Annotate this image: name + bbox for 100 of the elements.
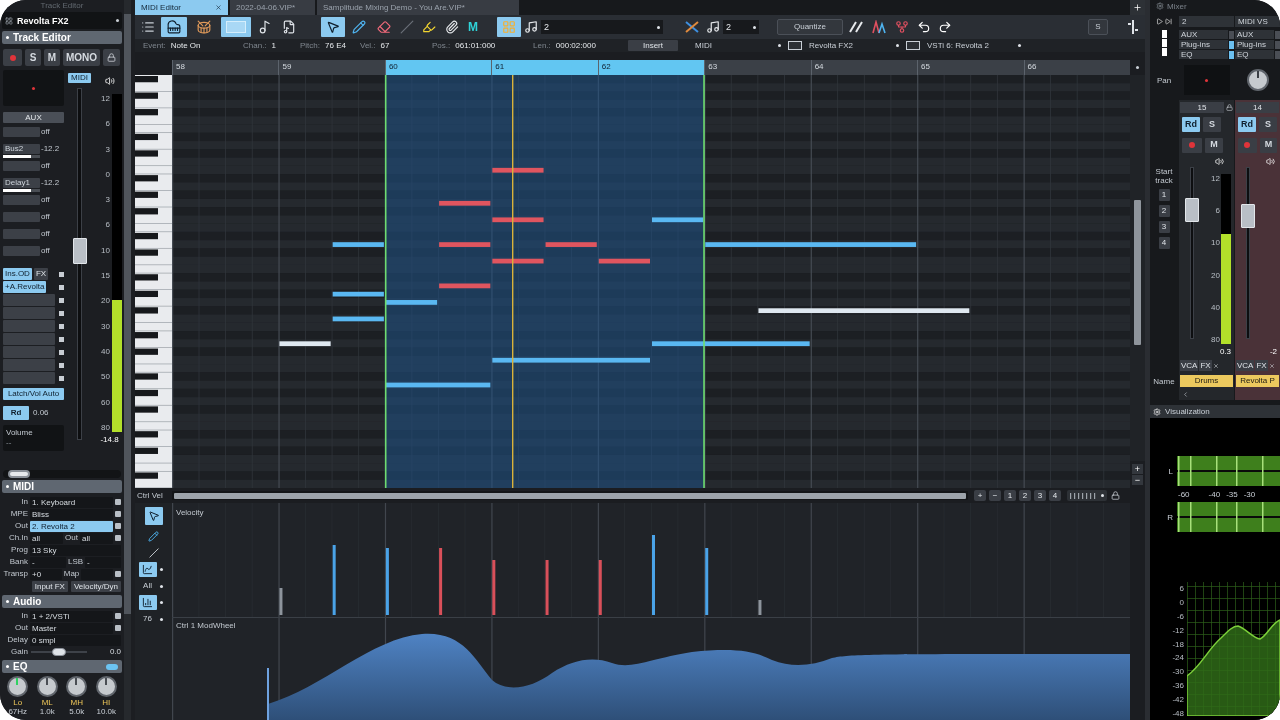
- routing-field[interactable]: EQ: [1179, 50, 1228, 59]
- eq-toggle[interactable]: [106, 663, 118, 670]
- track-name-bar[interactable]: Revolta FX2: [2, 12, 122, 29]
- ruler-bar[interactable]: 66: [1023, 60, 1130, 75]
- gain-slider-thumb[interactable]: [52, 648, 66, 656]
- toggle-icon[interactable]: [1229, 50, 1234, 59]
- pointer-tool[interactable]: [321, 17, 345, 37]
- scrollbar-thumb[interactable]: [124, 14, 131, 614]
- value-field[interactable]: all: [79, 532, 113, 544]
- track-name-field[interactable]: Revolta P: [1236, 375, 1279, 387]
- value-field[interactable]: Bliss: [30, 508, 113, 520]
- zoom-button[interactable]: 3: [1034, 490, 1046, 501]
- curve-tool[interactable]: [138, 562, 157, 577]
- channel-button[interactable]: M: [1259, 137, 1277, 153]
- toggle-icon[interactable]: [1275, 50, 1280, 59]
- bar-tool[interactable]: [138, 595, 157, 610]
- track-name-field[interactable]: Drums: [1180, 375, 1233, 387]
- editor-tab[interactable]: Samplitude Mixing Demo - You Are.VIP*: [317, 0, 519, 15]
- velocity-bar[interactable]: [598, 560, 602, 615]
- volume-fader[interactable]: [1185, 167, 1199, 339]
- record-button[interactable]: [3, 49, 22, 66]
- zoom-button[interactable]: 2: [1019, 490, 1031, 501]
- ruler-bar[interactable]: 60: [384, 60, 492, 75]
- velocity-bar[interactable]: [492, 560, 496, 615]
- velocity-bar[interactable]: [705, 548, 709, 615]
- ruler-bar[interactable]: 64: [810, 60, 918, 75]
- value-field[interactable]: -: [85, 556, 121, 568]
- add-button[interactable]: [1130, 0, 1145, 15]
- quantize-button[interactable]: Quantize: [777, 19, 843, 35]
- zoom-button[interactable]: 1: [1004, 490, 1016, 501]
- velocity-bar[interactable]: [545, 560, 549, 615]
- value-field[interactable]: all: [30, 532, 64, 544]
- routing-field[interactable]: AUX: [1235, 30, 1274, 39]
- value-field[interactable]: 0 smpl: [30, 634, 121, 646]
- routing-field[interactable]: Plug-ins: [1235, 40, 1274, 49]
- record-button[interactable]: [1238, 137, 1257, 153]
- fx-button[interactable]: FX: [1255, 360, 1268, 371]
- value-field[interactable]: [81, 568, 113, 580]
- volume-fader-thumb[interactable]: [72, 237, 87, 264]
- send-slot[interactable]: Bus2: [3, 144, 40, 154]
- ruler-bar[interactable]: 58: [172, 60, 279, 75]
- pointer-tool[interactable]: [144, 507, 163, 525]
- channel-button[interactable]: S: [1259, 117, 1277, 132]
- vertical-scrollbar[interactable]: [1130, 75, 1145, 461]
- record-button[interactable]: [1182, 137, 1202, 153]
- dropdown[interactable]: Revolta FX2: [806, 40, 902, 51]
- value-field[interactable]: 2: [1179, 15, 1234, 27]
- channel-button[interactable]: MONO: [63, 49, 101, 66]
- dropdown[interactable]: MIDI: [692, 40, 784, 51]
- volume-fader[interactable]: [1241, 167, 1255, 339]
- ruler-bar[interactable]: 62: [597, 60, 705, 75]
- value-field[interactable]: +0: [30, 568, 62, 580]
- volume-fader[interactable]: [71, 88, 88, 440]
- gain-slider[interactable]: [31, 648, 87, 656]
- velocity-bar[interactable]: [332, 545, 336, 615]
- vca-button[interactable]: VCA: [1180, 360, 1199, 371]
- read-button[interactable]: Rd: [3, 406, 29, 420]
- midi-button[interactable]: Velocity/Dyn: [70, 580, 121, 592]
- start-track-button[interactable]: 1: [1158, 189, 1170, 201]
- value-field[interactable]: 1 + 2/VSTi: [30, 610, 113, 622]
- plugin-slot[interactable]: +A.Revolta: [3, 281, 47, 293]
- velocity-bar[interactable]: [439, 548, 443, 615]
- value-field[interactable]: -: [30, 556, 66, 568]
- toggle-icon[interactable]: [1275, 30, 1280, 39]
- ruler-bar[interactable]: 61: [491, 60, 598, 75]
- scrollbar-thumb[interactable]: [1134, 200, 1141, 345]
- midi-note[interactable]: [652, 341, 810, 347]
- channel-button[interactable]: S: [1203, 117, 1221, 132]
- eq-knob[interactable]: [66, 676, 88, 697]
- zoom-dropdown[interactable]: [1067, 490, 1107, 501]
- ruler-bar[interactable]: 59: [278, 60, 385, 75]
- routing-field[interactable]: AUX: [1179, 30, 1228, 39]
- ruler-bar[interactable]: 63: [704, 60, 811, 75]
- slider-thumb[interactable]: [7, 470, 30, 478]
- zoom-button[interactable]: +: [1132, 464, 1143, 474]
- velocity-bar[interactable]: [279, 588, 283, 615]
- channel-button[interactable]: Rd: [1182, 117, 1200, 132]
- value-field[interactable]: 13 Sky: [30, 544, 121, 556]
- value-field[interactable]: Master: [30, 622, 113, 634]
- automation-button[interactable]: Latch/Vol Auto: [3, 388, 64, 400]
- track-number-field[interactable]: 15: [1180, 101, 1224, 113]
- start-track-button[interactable]: 3: [1158, 221, 1170, 233]
- toggle-icon[interactable]: [1229, 30, 1234, 39]
- value-field[interactable]: 1. Keyboard: [30, 496, 113, 508]
- channel-button[interactable]: M: [1205, 137, 1223, 153]
- start-track-button[interactable]: 4: [1158, 237, 1170, 249]
- tool-button[interactable]: M: [465, 17, 481, 37]
- value-field[interactable]: 2: [723, 20, 759, 34]
- horizontal-slider[interactable]: [3, 470, 121, 478]
- piano-roll-button[interactable]: [161, 17, 187, 37]
- pan-knob[interactable]: [1246, 69, 1269, 91]
- value-field[interactable]: 2. Revolta 2: [30, 520, 113, 532]
- channel-button[interactable]: Rd: [1238, 117, 1256, 132]
- zoom-button[interactable]: +: [974, 490, 986, 501]
- channel-button[interactable]: M: [44, 49, 60, 66]
- ruler-bar[interactable]: 65: [917, 60, 1024, 75]
- fx-button[interactable]: FX: [1199, 360, 1212, 371]
- midi-note[interactable]: [758, 308, 970, 314]
- toggle-icon[interactable]: [1229, 40, 1234, 49]
- midi-button[interactable]: Input FX: [31, 580, 68, 592]
